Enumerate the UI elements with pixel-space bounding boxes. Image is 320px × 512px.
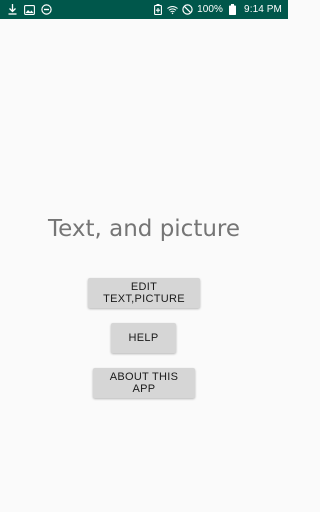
battery-saver-icon (152, 4, 163, 15)
wifi-icon (167, 4, 178, 15)
status-bar-right: 100% 9:14 PM (152, 0, 282, 19)
status-bar-left (7, 4, 52, 15)
page-title: Text, and picture (47, 216, 241, 242)
do-not-disturb-icon (182, 4, 193, 15)
status-bar: 100% 9:14 PM (0, 0, 288, 19)
edit-text-picture-button[interactable]: EDIT TEXT,PICTURE (88, 278, 200, 308)
app-screen: 100% 9:14 PM Text, and picture EDIT TEXT… (0, 0, 288, 512)
help-button[interactable]: HELP (111, 323, 176, 353)
download-icon (7, 4, 18, 15)
image-icon (24, 4, 35, 15)
clock: 9:14 PM (244, 4, 282, 15)
blocked-icon (41, 4, 52, 15)
battery-percentage: 100% (197, 4, 224, 15)
about-app-button[interactable]: ABOUT THIS APP (93, 368, 195, 398)
battery-icon (227, 4, 238, 15)
